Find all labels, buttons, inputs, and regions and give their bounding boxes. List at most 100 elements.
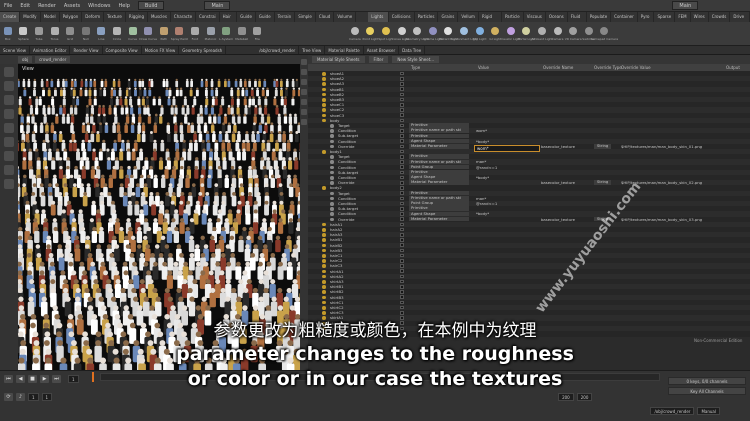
menu-windows[interactable]: Windows: [84, 3, 114, 9]
light-tool[interactable]: Camera: [347, 22, 363, 45]
enable-checkbox[interactable]: [400, 92, 404, 97]
filter-button[interactable]: Filter: [368, 56, 389, 63]
menu-render[interactable]: Render: [34, 3, 60, 9]
view-tool-icon[interactable]: [4, 151, 14, 161]
shelf-tab-right[interactable]: Grains: [438, 12, 459, 22]
pane-tab-right[interactable]: Asset Browser: [364, 46, 400, 54]
shelf-tab-right[interactable]: Populate C: [587, 12, 612, 29]
shelf-tab[interactable]: Terrain: [275, 12, 296, 22]
snap-icon[interactable]: [4, 165, 14, 175]
menu-assets[interactable]: Assets: [60, 3, 84, 9]
shelf-tool[interactable]: Box: [0, 22, 16, 45]
desktop-dropdown[interactable]: Build: [137, 1, 165, 10]
enable-checkbox[interactable]: [400, 212, 404, 216]
desktop-center-dropdown[interactable]: Main: [204, 1, 231, 10]
audio-icon[interactable]: ♪: [16, 393, 25, 401]
shelf-tab-right[interactable]: Pyro FX: [638, 12, 655, 29]
enable-checkbox[interactable]: [400, 269, 404, 273]
shelf-tool[interactable]: Torus: [47, 22, 63, 45]
enable-checkbox[interactable]: [400, 274, 404, 279]
shelf-tool[interactable]: Font: [187, 22, 203, 45]
row-override-type[interactable]: String: [594, 143, 612, 149]
row-override-type[interactable]: String: [594, 180, 612, 186]
shelf-tab-right[interactable]: Particles: [415, 12, 439, 22]
shelf-tab-right[interactable]: Lights and: [368, 12, 389, 29]
enable-checkbox[interactable]: [400, 76, 404, 81]
update-mode-dropdown[interactable]: Manual: [697, 407, 720, 415]
lighting-icon[interactable]: [301, 79, 307, 85]
shelf-tab[interactable]: Polygon: [60, 12, 83, 22]
shelf-tool[interactable]: Spray Paint: [171, 22, 188, 45]
enable-checkbox[interactable]: [400, 82, 404, 86]
enable-checkbox[interactable]: [400, 279, 404, 284]
enable-checkbox[interactable]: [400, 160, 404, 164]
shelf-tool[interactable]: Grid: [62, 22, 78, 45]
condition-value-input[interactable]: wom*: [474, 145, 540, 152]
light-tool[interactable]: Portal Light: [518, 22, 535, 45]
realtime-icon[interactable]: ⟳: [4, 393, 13, 401]
enable-checkbox[interactable]: [400, 243, 404, 247]
enable-checkbox[interactable]: [400, 175, 404, 180]
col-override-type[interactable]: Override Type: [594, 64, 622, 71]
shelf-tool[interactable]: Line: [94, 22, 110, 45]
enable-checkbox[interactable]: [400, 264, 404, 268]
shelf-tab-right[interactable]: Sparse Pyr: [654, 12, 676, 29]
light-tool[interactable]: Geometry Light: [406, 22, 429, 45]
shelf-tab[interactable]: Guide B: [256, 12, 275, 29]
enable-checkbox[interactable]: [400, 305, 404, 310]
shelf-tool[interactable]: L-System: [218, 22, 234, 45]
shading-icon[interactable]: [301, 69, 307, 75]
enable-checkbox[interactable]: [400, 71, 404, 76]
enable-checkbox[interactable]: [400, 154, 404, 159]
light-tool[interactable]: VR Camera: [565, 22, 582, 45]
enable-checkbox[interactable]: [400, 295, 404, 299]
enable-checkbox[interactable]: [400, 165, 404, 169]
enable-checkbox[interactable]: [400, 238, 404, 242]
shelf-tool[interactable]: Tube: [31, 22, 47, 45]
enable-checkbox[interactable]: [400, 201, 404, 206]
enable-checkbox[interactable]: [400, 87, 404, 91]
new-style-sheet-button[interactable]: New Style Sheet...: [392, 56, 440, 63]
shelf-tool[interactable]: Platonic: [203, 22, 219, 45]
points-icon[interactable]: [301, 99, 307, 105]
wireframe-icon[interactable]: [301, 89, 307, 95]
enable-checkbox[interactable]: [400, 134, 404, 138]
shelf-tab[interactable]: Volume: [334, 12, 357, 22]
shelf-tab-right[interactable]: Particle Fl: [502, 12, 524, 29]
shelf-tab[interactable]: Create: [0, 12, 21, 22]
light-tool[interactable]: Caustic Light: [501, 22, 521, 45]
shelf-tab[interactable]: Modify: [20, 12, 41, 22]
stylesheet-dropdown[interactable]: Material Style Sheets: [312, 56, 365, 63]
shelf-tab-right[interactable]: FEM: [675, 12, 691, 22]
enable-checkbox[interactable]: [400, 139, 404, 143]
pane-tab[interactable]: Geometry Spreadsh: [179, 46, 227, 54]
row-type-dropdown[interactable]: Material Parameter: [409, 216, 469, 222]
pane-tab-right[interactable]: Data Tree: [399, 46, 426, 54]
enable-checkbox[interactable]: [400, 108, 404, 112]
rotate-tool-icon[interactable]: [4, 95, 14, 105]
enable-checkbox[interactable]: [400, 227, 404, 232]
pane-tab[interactable]: Scene View: [0, 46, 30, 54]
shelf-tab[interactable]: Deform: [82, 12, 105, 22]
pane-tab-right[interactable]: Material Palette: [325, 46, 364, 54]
pane-tab-right[interactable]: /obj/crowd_render: [256, 46, 300, 54]
shelf-tab-right[interactable]: Drive Sim: [730, 12, 750, 29]
menu-help[interactable]: Help: [114, 3, 133, 9]
desktop-right-dropdown[interactable]: Main: [672, 1, 699, 10]
pane-tab[interactable]: Animation Editor: [30, 46, 71, 54]
enable-checkbox[interactable]: [400, 248, 404, 253]
shelf-tab-right[interactable]: Vellum: [458, 12, 479, 22]
enable-checkbox[interactable]: [400, 290, 404, 294]
col-value[interactable]: Value: [478, 64, 489, 71]
enable-checkbox[interactable]: [400, 232, 404, 237]
light-tool[interactable]: Switcher: [581, 22, 597, 45]
display-option-icon[interactable]: [301, 59, 307, 65]
col-output[interactable]: Output: [726, 64, 740, 71]
shelf-tool[interactable]: Path: [156, 22, 172, 45]
shelf-tab[interactable]: Guide P: [237, 12, 256, 29]
col-override-value[interactable]: Override Value: [621, 64, 651, 71]
camera-icon[interactable]: [301, 119, 307, 125]
shelf-tab-right[interactable]: Viscous Fl: [524, 12, 546, 29]
pane-tab[interactable]: Render View: [70, 46, 103, 54]
enable-checkbox[interactable]: [400, 284, 404, 289]
